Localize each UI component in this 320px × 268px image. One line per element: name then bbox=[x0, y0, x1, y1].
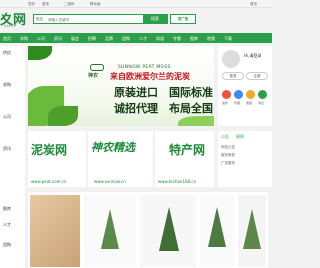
search-button[interactable]: 搜索 bbox=[143, 15, 167, 23]
message-label: 消息 bbox=[258, 101, 265, 105]
nav-item-talent[interactable]: 人才 bbox=[139, 36, 147, 42]
topbar-link-login[interactable]: 登录 bbox=[42, 2, 49, 7]
ad-title: 特产网 bbox=[169, 143, 206, 157]
hero-banner[interactable]: 神农 SUNNOW PEAT MOSS 来自欧洲爱尔兰的泥炭 原装进口 国际标准… bbox=[28, 46, 214, 126]
post-label: 发布 bbox=[222, 101, 229, 105]
nav-item-brand[interactable]: 品牌 bbox=[105, 36, 113, 42]
register-button[interactable]: 注册 bbox=[246, 72, 268, 80]
nav-item-jobs[interactable]: 招聘 bbox=[88, 36, 96, 42]
banner-english: SUNNOW PEAT MOSS bbox=[118, 65, 171, 70]
nav-item-topic[interactable]: 专题 bbox=[173, 36, 181, 42]
tree-image-icon bbox=[208, 207, 226, 247]
ad-card[interactable]: 泥炭网 www.peat.com.cn bbox=[28, 131, 86, 187]
product-image[interactable] bbox=[200, 195, 234, 267]
leaf-decoration bbox=[28, 46, 52, 60]
tree-image-icon bbox=[243, 209, 261, 249]
topbar-greeting: 您好 bbox=[28, 2, 35, 6]
ad-title: 神农精选 bbox=[91, 141, 135, 154]
topbar-link-qrcode[interactable]: 二维码 bbox=[64, 2, 75, 7]
product-image[interactable] bbox=[30, 195, 80, 267]
nav-item-video[interactable]: 视频 bbox=[207, 36, 215, 42]
nav-item-buy[interactable]: 求购 bbox=[20, 36, 28, 42]
sidebar-item-buy[interactable]: 求购 bbox=[3, 82, 11, 88]
sidebar-item-group[interactable]: 团购 bbox=[3, 242, 11, 248]
user-greeting: Hi,请登录 bbox=[244, 53, 262, 58]
banner-line-1: 原装进口 国际标准 bbox=[114, 86, 213, 99]
sidebar-item-gallery[interactable]: 图库 bbox=[3, 206, 11, 212]
nav-item-gallery[interactable]: 图库 bbox=[190, 36, 198, 42]
login-button[interactable]: 登录 bbox=[222, 72, 244, 80]
banner-line-2: 诚招代理 布局全国 bbox=[114, 102, 213, 115]
topbar-link-mobile[interactable]: 移动版 bbox=[90, 2, 101, 7]
leaf-decoration bbox=[178, 116, 214, 126]
nav-item-company[interactable]: 公司 bbox=[37, 36, 45, 42]
nav-item-home[interactable]: 首页 bbox=[3, 36, 11, 42]
avatar bbox=[222, 50, 240, 68]
nav-item-news[interactable]: 资讯 bbox=[54, 36, 62, 42]
search-category-select[interactable]: 供应 bbox=[36, 17, 43, 22]
post-ad-button[interactable]: 发广告 bbox=[170, 14, 196, 24]
sidebar-item-supply[interactable]: 供应 bbox=[3, 50, 11, 56]
top-bar: 您好 登录 二维码 移动版 首页 bbox=[0, 0, 272, 8]
tab-rules[interactable]: 规则 bbox=[236, 134, 244, 140]
banner-brand: 神农 bbox=[88, 73, 99, 79]
leaf-decoration bbox=[48, 106, 78, 126]
tab-notice[interactable]: 公告 bbox=[221, 134, 229, 140]
tree-image-icon bbox=[101, 209, 119, 249]
banner-headline: 来自欧洲爱尔兰的泥炭 bbox=[110, 72, 190, 81]
topbar-link-home[interactable]: 首页 bbox=[250, 2, 257, 7]
brand-logo-icon bbox=[90, 64, 104, 71]
main-nav: 首页 求购 公司 资讯 展会 招聘 品牌 团购 人才 知道 专题 图库 视频 下… bbox=[0, 33, 272, 43]
search-box: 供应 搜索 bbox=[33, 14, 168, 24]
notice-item[interactable]: 网站公告 bbox=[221, 145, 235, 150]
favorite-icon[interactable] bbox=[246, 90, 255, 99]
manage-icon[interactable] bbox=[234, 90, 243, 99]
ad-title: 泥炭网 bbox=[31, 143, 68, 157]
search-input[interactable] bbox=[48, 16, 128, 23]
manage-label: 管理 bbox=[234, 101, 241, 105]
ad-card[interactable]: 神农精选 www.sunnow.cn bbox=[88, 131, 153, 187]
tree-image-icon bbox=[159, 207, 179, 251]
ad-card[interactable]: 特产网 www.techan168.cn bbox=[155, 131, 214, 187]
ad-url: www.sunnow.cn bbox=[94, 179, 126, 184]
sidebar-item-news[interactable]: 资讯 bbox=[3, 146, 11, 152]
message-icon[interactable] bbox=[258, 90, 267, 99]
notice-item[interactable]: 服务条款 bbox=[221, 153, 235, 158]
product-image[interactable] bbox=[84, 195, 136, 267]
notice-item[interactable]: 广告服务 bbox=[221, 161, 235, 166]
nav-item-expo[interactable]: 展会 bbox=[71, 36, 79, 42]
product-image[interactable] bbox=[140, 195, 196, 267]
post-icon[interactable] bbox=[222, 90, 231, 99]
product-image[interactable] bbox=[238, 195, 266, 267]
notice-panel: 公告 规则 网站公告 服务条款 广告服务 bbox=[218, 131, 272, 187]
nav-item-know[interactable]: 知道 bbox=[156, 36, 164, 42]
logo-domain: hxw.cn bbox=[4, 24, 17, 28]
user-panel: Hi,请登录 登录 注册 发布 管理 收藏 消息 bbox=[218, 46, 272, 126]
sidebar-item-talent[interactable]: 人才 bbox=[3, 222, 11, 228]
sidebar-item-company[interactable]: 公司 bbox=[3, 114, 11, 120]
nav-item-group[interactable]: 团购 bbox=[122, 36, 130, 42]
ad-url: www.peat.com.cn bbox=[31, 179, 67, 184]
ad-url: www.techan168.cn bbox=[158, 179, 197, 184]
favorite-label: 收藏 bbox=[246, 101, 253, 105]
product-gallery bbox=[28, 192, 268, 268]
nav-item-download[interactable]: 下载 bbox=[224, 36, 232, 42]
site-logo[interactable]: 夊网 hxw.cn bbox=[0, 9, 30, 31]
category-sidebar: 供应 求购 公司 资讯 图库 人才 团购 bbox=[0, 46, 25, 268]
